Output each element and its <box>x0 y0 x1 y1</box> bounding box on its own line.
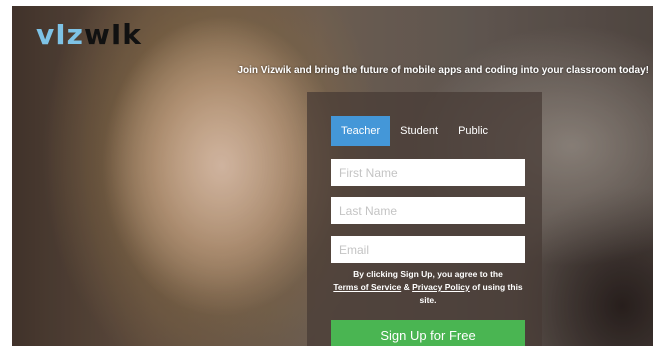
account-type-tabs: Teacher Student Public <box>331 116 498 146</box>
sign-up-button[interactable]: Sign Up for Free <box>331 320 525 346</box>
logo-part-1: vIz <box>36 18 84 51</box>
email-field[interactable] <box>331 236 525 263</box>
first-name-field[interactable] <box>331 159 525 186</box>
legal-prefix: By clicking Sign Up, you agree to the <box>353 269 503 279</box>
tab-student[interactable]: Student <box>390 116 448 146</box>
hero-background: vIzwIk Join Vizwik and bring the future … <box>12 6 653 346</box>
signup-panel: Teacher Student Public By clicking Sign … <box>307 92 542 346</box>
terms-of-service-link[interactable]: Terms of Service <box>333 282 401 292</box>
tab-teacher[interactable]: Teacher <box>331 116 391 146</box>
logo-part-2: wIk <box>83 18 142 51</box>
legal-and: & <box>403 282 410 292</box>
tab-public[interactable]: Public <box>448 116 498 146</box>
last-name-field[interactable] <box>331 197 525 224</box>
privacy-policy-link[interactable]: Privacy Policy <box>412 282 470 292</box>
tagline: Join Vizwik and bring the future of mobi… <box>237 65 649 76</box>
vizwik-logo[interactable]: vIzwIk <box>36 18 142 51</box>
legal-notice: By clicking Sign Up, you agree to the Te… <box>331 268 525 307</box>
